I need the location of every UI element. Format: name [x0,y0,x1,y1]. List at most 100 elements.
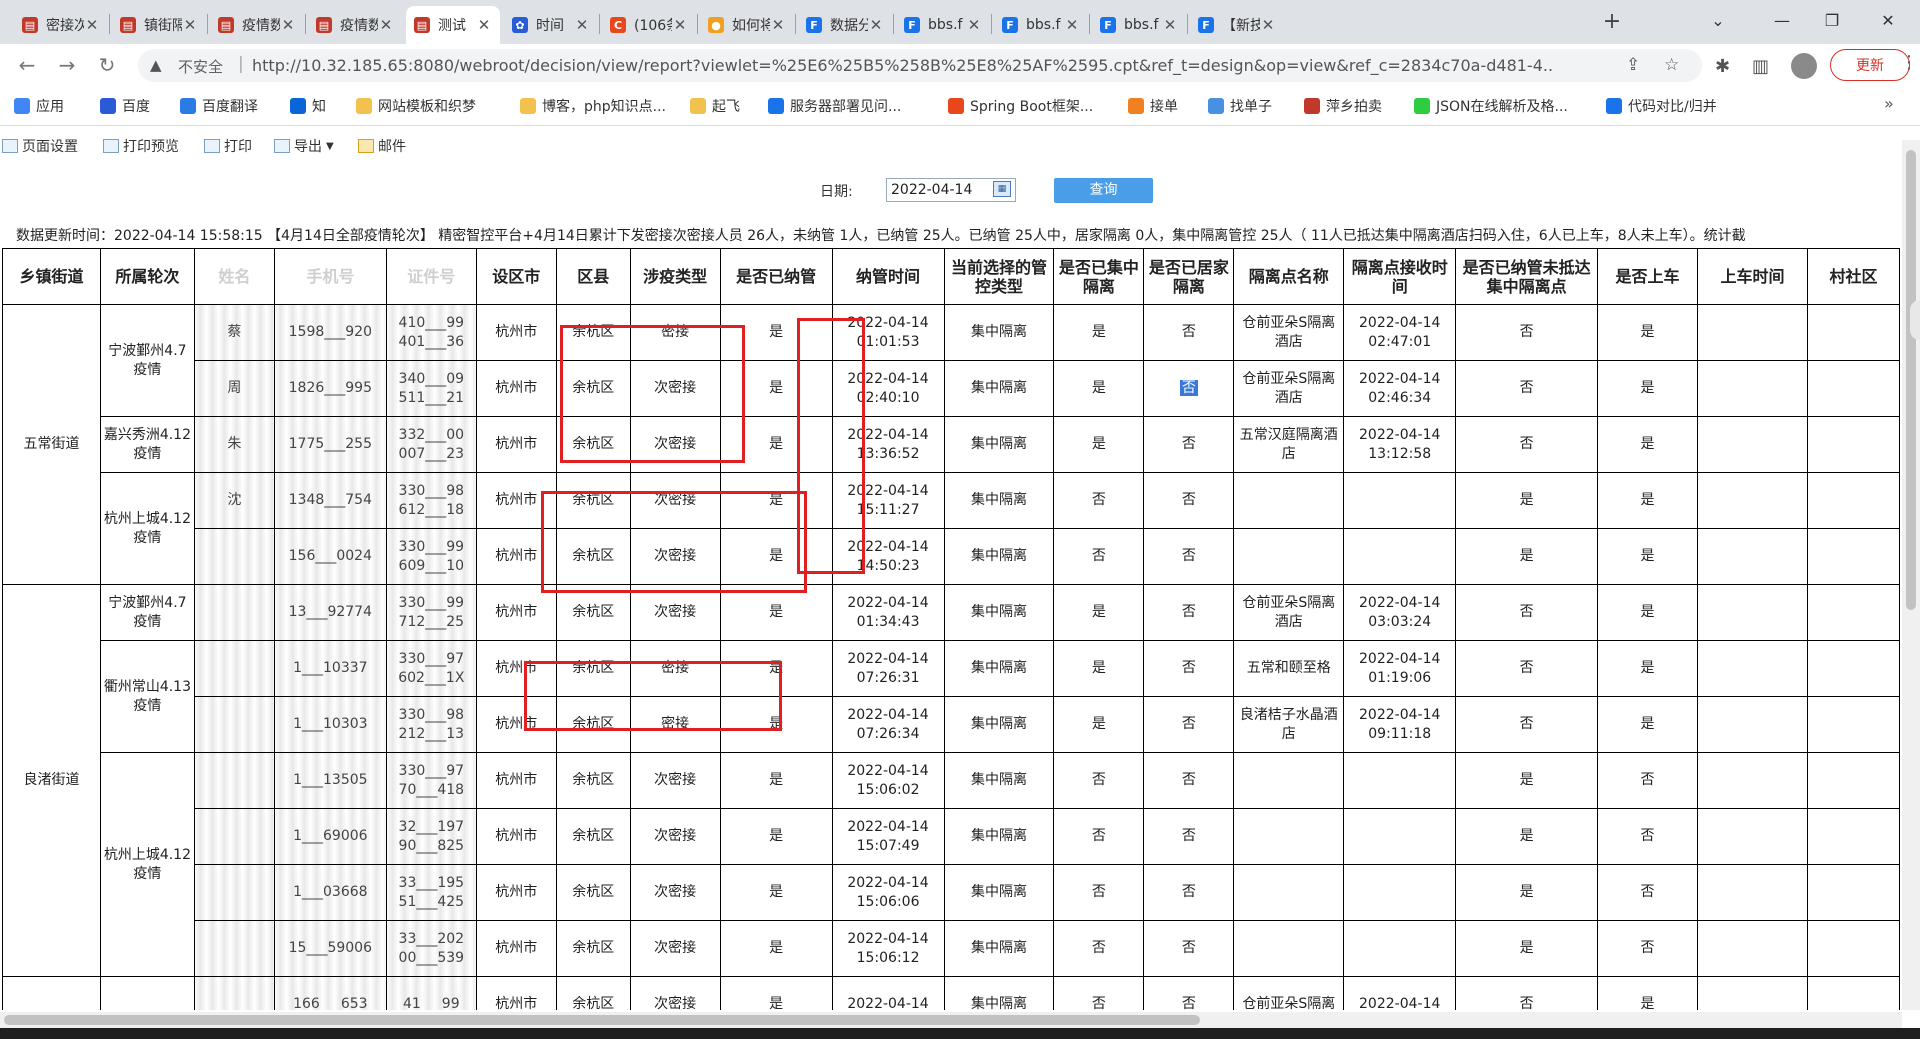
column-header[interactable]: 上车时间 [1697,248,1808,305]
close-tab-icon[interactable]: ✕ [770,16,786,34]
close-tab-icon[interactable]: ✕ [378,16,394,34]
column-header[interactable]: 手机号 [273,248,387,305]
bookmark-item[interactable]: 服务器部署见问... [768,96,901,116]
url-text[interactable]: http://10.32.185.65:8080/webroot/decisio… [252,56,1552,75]
bookmark-item[interactable]: 接单 [1128,96,1178,116]
bookmark-item[interactable]: 找单子 [1208,96,1272,116]
close-tab-icon[interactable]: ✕ [966,16,982,34]
status-summary: 数据更新时间：2022-04-14 15:58:15 【4月14日全部疫情轮次】… [16,228,1746,244]
share-icon[interactable]: ⇪ [1626,55,1640,75]
column-header[interactable]: 是否已居家隔离 [1143,248,1235,305]
maximize-icon[interactable]: ❐ [1810,6,1854,36]
close-tab-icon[interactable]: ✕ [1162,16,1178,34]
column-header[interactable]: 设区市 [475,248,557,305]
column-header[interactable]: 区县 [555,248,631,305]
browser-tab[interactable]: ▤ 镇街隔 ✕ [112,6,206,44]
date-label: 日期: [820,184,853,200]
column-header[interactable]: 是否上车 [1597,248,1699,305]
column-header[interactable]: 隔离点接收时间 [1343,248,1457,305]
close-window-icon[interactable]: ✕ [1866,6,1910,36]
close-tab-icon[interactable]: ✕ [1260,16,1276,34]
cell-notarrived: 是 [1455,864,1599,921]
browser-tab[interactable]: Fbbs.f ✕ [994,6,1088,44]
print-preview-button[interactable]: 打印预览 [103,136,179,156]
browser-tab[interactable]: ▤ 疫情数 ✕ [308,6,402,44]
browser-tab[interactable]: ✿ 时间 ✕ [504,6,598,44]
minimize-icon[interactable]: — [1760,6,1804,36]
close-tab-icon[interactable]: ✕ [1064,16,1080,34]
column-header[interactable]: 是否已纳管 [719,248,833,305]
new-tab-button[interactable]: + [1598,8,1626,36]
browser-tab[interactable]: Fbbs.f ✕ [1092,6,1186,44]
browser-tab[interactable]: Fbbs.f ✕ [896,6,990,44]
cell-ctrl: 集中隔离 [943,584,1055,641]
cell-bus: 是 [1597,696,1699,753]
tab-search-icon[interactable]: ⌄ [1696,6,1740,36]
browser-tab[interactable]: ▤ 测试 ✕ [406,6,500,44]
reload-icon[interactable]: ↻ [92,50,122,80]
bookmarks-overflow-icon[interactable]: » [1884,94,1894,113]
cell-site: 仓前亚朵S隔离酒店 [1233,584,1345,641]
column-header[interactable]: 证件号 [385,248,477,305]
bookmark-item[interactable]: 百度翻译 [180,96,258,116]
browser-tab[interactable]: ● 如何将 ✕ [700,6,794,44]
cell-recv: 2022-04-14 09:11:18 [1343,696,1457,753]
browser-tab[interactable]: C (106条✕ [602,6,696,44]
calendar-icon[interactable]: ▦ [993,181,1011,197]
column-header[interactable]: 纳管时间 [831,248,945,305]
bookmark-item[interactable]: 知 [290,96,326,116]
browser-tab[interactable]: ▤ 密接次 ✕ [14,6,108,44]
side-panel-icon[interactable]: ▥ [1752,56,1769,77]
browser-tab[interactable]: F 【新技 ✕ [1190,6,1284,44]
column-header[interactable]: 涉疫类型 [629,248,721,305]
query-button[interactable]: 查询 [1054,178,1153,203]
column-header[interactable]: 乡镇街道 [2,248,101,305]
cell-bus: 是 [1597,976,1699,1010]
close-tab-icon[interactable]: ✕ [280,16,296,34]
horizontal-scroll-thumb[interactable] [4,1015,1200,1025]
email-button[interactable]: 邮件 [358,136,406,156]
round-cell: 嘉兴秀洲4.12疫情 [99,416,195,473]
export-button[interactable]: 导出 ▼ [274,136,334,156]
address-bar[interactable]: ▲ 不安全 | http://10.32.185.65:8080/webroot… [138,49,1702,82]
bookmark-item[interactable]: 萍乡拍卖 [1304,96,1382,116]
column-header[interactable]: 是否已纳管未抵达集中隔离点 [1455,248,1599,305]
bookmark-item[interactable]: 百度 [100,96,150,116]
column-header[interactable]: 隔离点名称 [1233,248,1345,305]
bookmark-item[interactable]: 起飞 [690,96,740,116]
close-tab-icon[interactable]: ✕ [476,16,492,34]
bookmark-icon [690,98,706,114]
bookmark-item[interactable]: 代码对比/归并 [1606,96,1717,116]
bookmark-item[interactable]: 应用 [14,96,64,116]
close-tab-icon[interactable]: ✕ [868,16,884,34]
column-header[interactable]: 当前选择的管控类型 [943,248,1055,305]
extensions-icon[interactable]: ✱ [1715,56,1730,77]
bookmark-item[interactable]: 博客，php知识点... [520,96,666,116]
menu-icon[interactable]: ⋮ [1900,52,1918,73]
print-button[interactable]: 打印 [204,136,252,156]
bookmark-item[interactable]: 网站模板和织梦 [356,96,476,116]
cell-home: 否 [1143,528,1235,585]
update-button[interactable]: 更新 [1830,49,1910,81]
bookmark-star-icon[interactable]: ☆ [1664,55,1679,75]
close-tab-icon[interactable]: ✕ [672,16,688,34]
back-icon[interactable]: ← [12,50,42,80]
bookmark-item[interactable]: Spring Boot框架... [948,96,1093,116]
selected-cell-value[interactable]: 否 [1179,380,1198,396]
forward-icon[interactable]: → [52,50,82,80]
close-tab-icon[interactable]: ✕ [182,16,198,34]
close-tab-icon[interactable]: ✕ [84,16,100,34]
avatar[interactable] [1791,53,1817,79]
vertical-scroll-thumb[interactable] [1906,150,1916,610]
browser-tab[interactable]: F 数据分 ✕ [798,6,892,44]
close-tab-icon[interactable]: ✕ [574,16,590,34]
bookmark-item[interactable]: JSON在线解析及格... [1414,96,1568,116]
bookmark-icon [1304,98,1320,114]
column-header[interactable]: 姓名 [193,248,275,305]
browser-tab[interactable]: ▤ 疫情数 ✕ [210,6,304,44]
column-header[interactable]: 是否已集中隔离 [1053,248,1145,305]
side-panel-handle[interactable] [1910,300,1920,340]
page-setup-button[interactable]: 页面设置 [2,136,78,156]
column-header[interactable]: 村社区 [1806,248,1900,305]
column-header[interactable]: 所属轮次 [99,248,195,305]
